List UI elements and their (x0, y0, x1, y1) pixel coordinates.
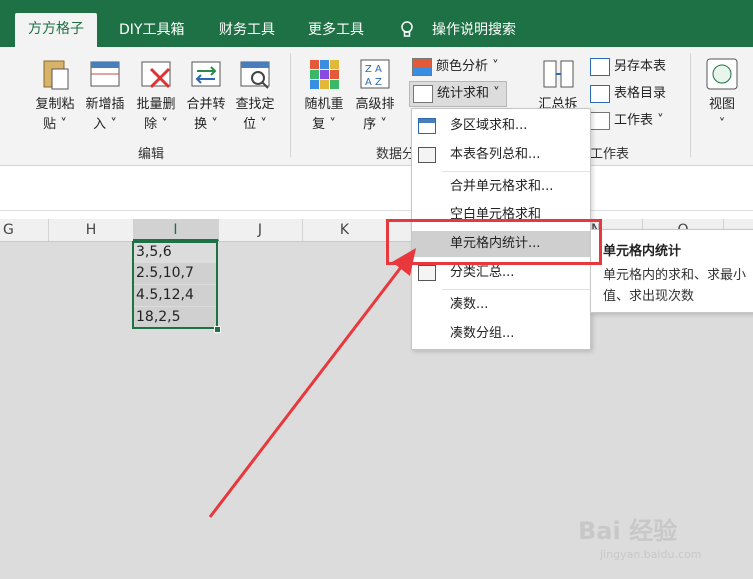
watermark-url: jingyan.baidu.com (600, 548, 702, 561)
red-arrow-annotation (208, 248, 416, 518)
watermark-logo: Bai 经验 (578, 517, 678, 545)
